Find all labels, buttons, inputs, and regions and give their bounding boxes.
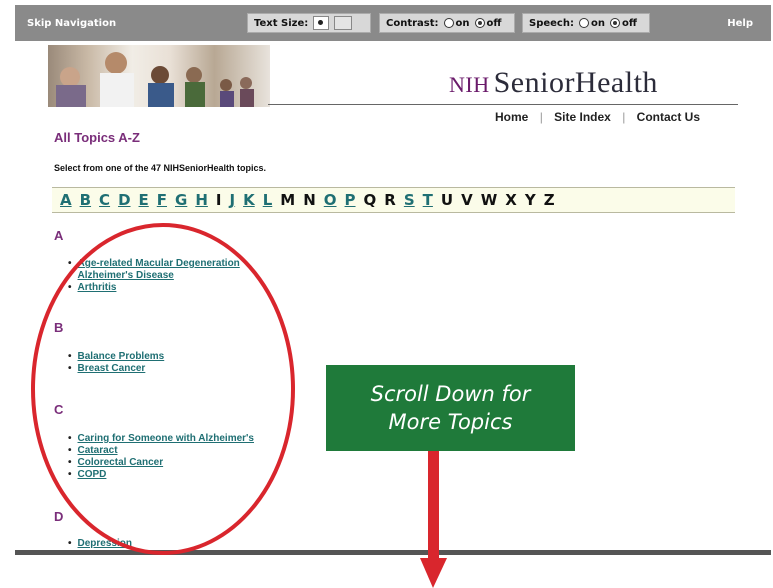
red-arrow-shaft-icon [428, 446, 439, 558]
annotation-overlay [31, 223, 447, 588]
callout-line-1: Scroll Down for [370, 382, 531, 406]
callout-line-2: More Topics [388, 410, 513, 434]
scroll-callout: Scroll Down for More Topics [326, 365, 575, 451]
red-arrow-head-icon [420, 558, 447, 588]
red-oval-annotation [31, 223, 295, 555]
